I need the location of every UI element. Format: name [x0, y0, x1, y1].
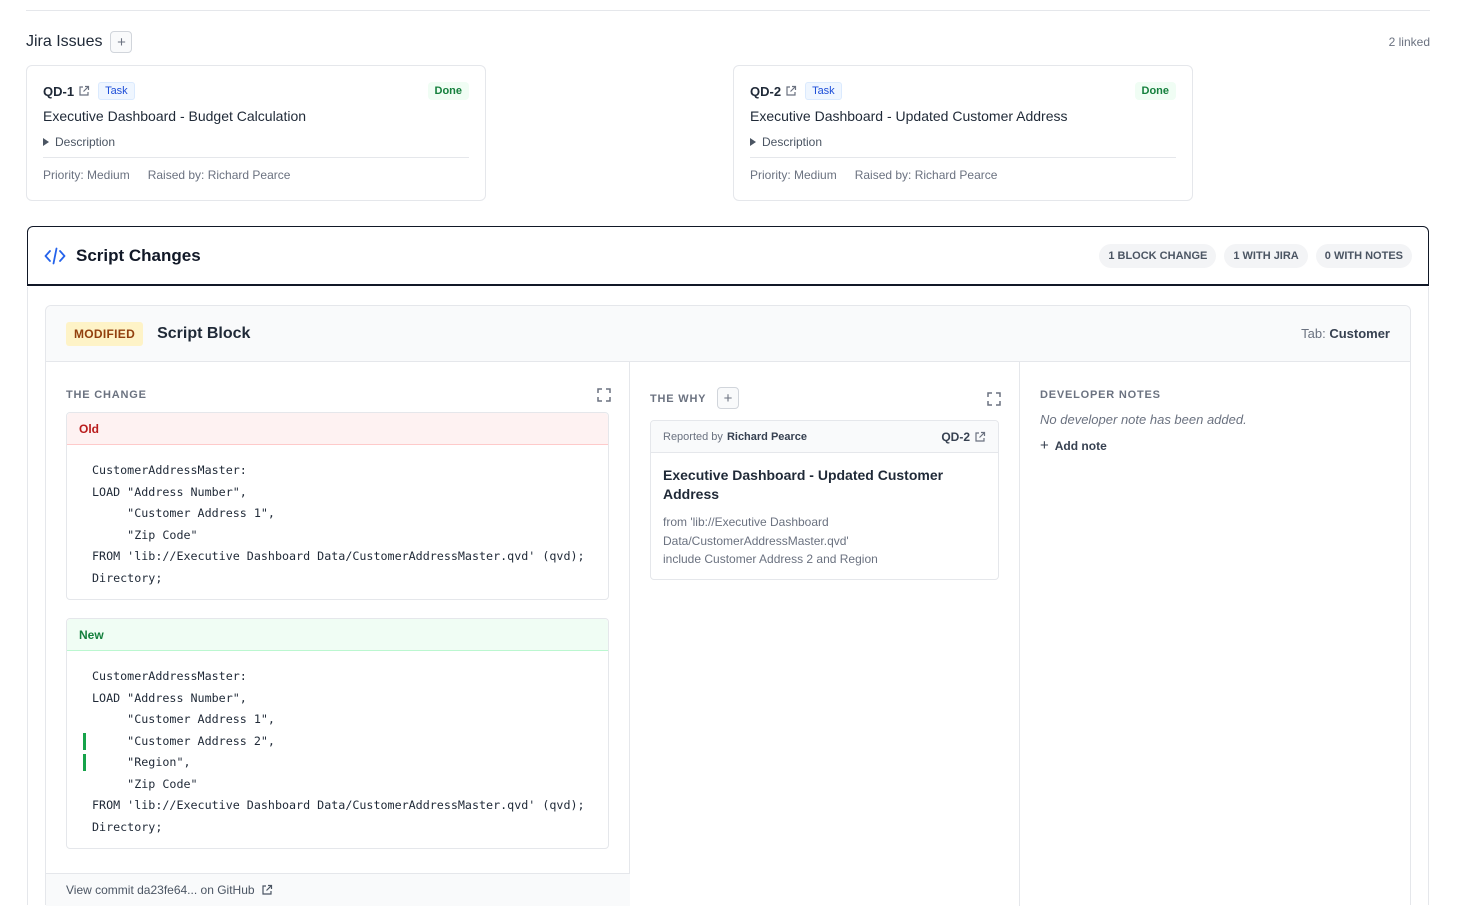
- commit-link-label: View commit da23fe64... on GitHub: [66, 883, 255, 897]
- why-column: THE WHY + Reported by Richard Pearce QD-…: [630, 362, 1020, 906]
- added-code-line: "Customer Address 2",: [67, 731, 608, 753]
- jira-key-link[interactable]: QD-2: [750, 84, 781, 99]
- modified-badge: MODIFIED: [66, 321, 144, 346]
- script-changes-header[interactable]: Script Changes 1 BLOCK CHANGE 1 WITH JIR…: [27, 226, 1429, 286]
- new-code-panel: New CustomerAddressMaster: LOAD "Address…: [66, 618, 609, 849]
- linked-count: 2 linked: [1388, 35, 1430, 49]
- code-line: FROM 'lib://Executive Dashboard Data/Cus…: [92, 798, 585, 812]
- code-line: FROM 'lib://Executive Dashboard Data/Cus…: [92, 549, 585, 563]
- old-code: CustomerAddressMaster: LOAD "Address Num…: [67, 445, 608, 599]
- body-line: Data/CustomerAddressMaster.qvd': [663, 533, 849, 548]
- issue-priority: Priority: Medium: [43, 168, 130, 182]
- empty-notes-text: No developer note has been added.: [1040, 412, 1247, 427]
- jira-issues-title: Jira Issues: [26, 33, 103, 50]
- new-code: CustomerAddressMaster: LOAD "Address Num…: [67, 651, 608, 848]
- script-block: MODIFIED Script Block Tab: Customer THE …: [45, 305, 1412, 906]
- with-notes-count-pill: 0 WITH NOTES: [1315, 243, 1412, 268]
- why-issue-title: Executive Dashboard - Updated Customer A…: [663, 467, 944, 502]
- description-toggle[interactable]: Description: [750, 135, 1176, 149]
- body-line: from 'lib://Executive Dashboard: [663, 515, 829, 529]
- why-issue-body: from 'lib://Executive Dashboard Data/Cus…: [663, 513, 986, 569]
- change-column: THE CHANGE Old CustomerAddressMaster: LO…: [46, 362, 630, 873]
- tab-name: Customer: [1329, 326, 1390, 341]
- caret-right-icon: [43, 138, 49, 146]
- script-block-header: MODIFIED Script Block Tab: Customer: [46, 306, 1410, 362]
- external-link-icon[interactable]: [974, 431, 986, 443]
- description-toggle[interactable]: Description: [43, 135, 469, 149]
- reported-by-label: Reported by: [663, 430, 723, 443]
- issue-raised-by: Raised by: Richard Pearce: [147, 168, 291, 182]
- code-line: Directory;: [92, 570, 163, 585]
- issue-type-badge: Task: [805, 82, 842, 100]
- description-label: Description: [762, 135, 823, 149]
- external-link-icon[interactable]: [785, 85, 797, 97]
- reporter-name: Richard Pearce: [726, 430, 808, 443]
- issue-title: Executive Dashboard - Budget Calculation: [43, 108, 307, 124]
- top-divider: [26, 10, 1430, 11]
- jira-card: QD-2 Task Done Executive Dashboard - Upd…: [733, 65, 1193, 201]
- with-jira-count-pill: 1 WITH JIRA: [1224, 243, 1308, 268]
- code-line: LOAD "Address Number",: [92, 484, 247, 499]
- card-divider: [43, 157, 469, 158]
- add-note-button[interactable]: + Add note: [1040, 437, 1107, 454]
- code-line: "Customer Address 1",: [92, 506, 275, 520]
- jira-card: QD-1 Task Done Executive Dashboard - Bud…: [26, 65, 486, 201]
- body-line: include Customer Address 2 and Region: [663, 552, 878, 566]
- code-line: "Zip Code": [92, 776, 198, 791]
- jira-issues-header: Jira Issues + 2 linked: [26, 30, 1430, 54]
- status-badge: Done: [427, 82, 469, 100]
- developer-notes-label: DEVELOPER NOTES: [1040, 389, 1161, 401]
- expand-icon[interactable]: [597, 388, 611, 402]
- the-why-label: THE WHY: [650, 393, 707, 405]
- issue-raised-by: Raised by: Richard Pearce: [854, 168, 998, 182]
- external-link-icon: [261, 884, 272, 895]
- the-change-label: THE CHANGE: [66, 389, 147, 401]
- jira-key-link[interactable]: QD-1: [43, 84, 74, 99]
- plus-icon: +: [1040, 437, 1049, 454]
- new-label: New: [67, 619, 608, 651]
- description-label: Description: [55, 135, 116, 149]
- code-line: CustomerAddressMaster:: [92, 463, 247, 477]
- expand-icon[interactable]: [987, 392, 1001, 406]
- script-changes-title: Script Changes: [76, 245, 201, 265]
- add-note-label: Add note: [1054, 438, 1107, 453]
- code-icon: [44, 247, 66, 264]
- code-line: "Customer Address 1",: [92, 712, 275, 726]
- script-block-title: Script Block: [157, 324, 251, 342]
- code-line: Directory;: [92, 819, 163, 834]
- old-label: Old: [67, 413, 608, 445]
- code-line: CustomerAddressMaster:: [92, 669, 247, 683]
- old-code-panel: Old CustomerAddressMaster: LOAD "Address…: [66, 412, 609, 600]
- code-line: LOAD "Address Number",: [92, 690, 247, 705]
- card-divider: [750, 157, 1176, 158]
- notes-column: DEVELOPER NOTES No developer note has be…: [1020, 362, 1412, 906]
- caret-right-icon: [750, 138, 756, 146]
- issue-priority: Priority: Medium: [750, 168, 837, 182]
- status-badge: Done: [1134, 82, 1176, 100]
- commit-link[interactable]: View commit da23fe64... on GitHub: [46, 873, 630, 906]
- why-jira-key-link[interactable]: QD-2: [941, 430, 986, 444]
- issue-type-badge: Task: [98, 82, 135, 100]
- tab-indicator: Tab: Customer: [1301, 326, 1390, 341]
- issue-title: Executive Dashboard - Updated Customer A…: [750, 108, 1068, 124]
- add-why-button[interactable]: +: [717, 387, 739, 409]
- external-link-icon[interactable]: [78, 85, 90, 97]
- add-jira-issue-button[interactable]: +: [110, 31, 133, 53]
- why-jira-card: Reported by Richard Pearce QD-2 Executiv…: [650, 420, 999, 580]
- code-line: "Zip Code": [92, 527, 198, 542]
- added-code-line: "Region",: [67, 752, 608, 774]
- block-change-count-pill: 1 BLOCK CHANGE: [1099, 243, 1217, 268]
